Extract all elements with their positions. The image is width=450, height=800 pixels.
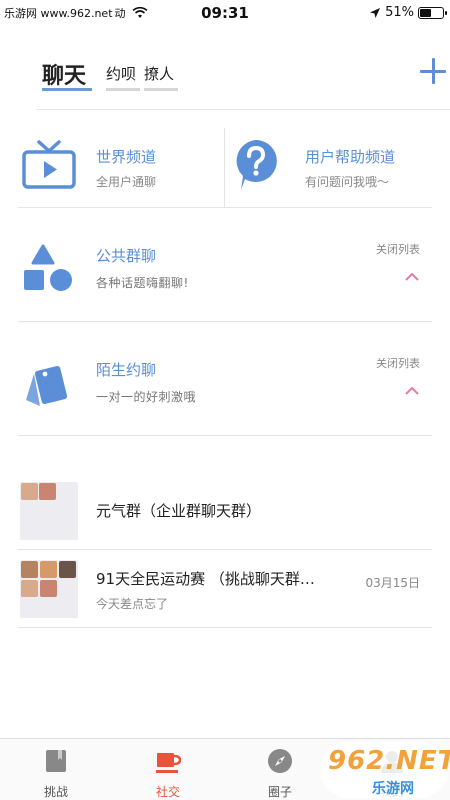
channel-row: 世界频道 全用户通聊 用户帮助频道 有问题问我哦～: [18, 128, 432, 208]
member-avatar: [59, 561, 76, 578]
chat-last-message: 今天差点忘了: [96, 597, 169, 611]
public-group-subtitle: 各种话题嗨翻聊!: [96, 276, 189, 290]
stranger-chat-close-label[interactable]: 关闭列表: [376, 355, 420, 371]
tv-icon: [22, 140, 76, 189]
cup-icon: [156, 753, 181, 773]
stranger-chat-section[interactable]: 陌生约聊 一对一的好刺激哦 关闭列表: [18, 324, 432, 436]
book-icon: [46, 750, 66, 772]
battery-fill: [420, 8, 431, 17]
world-channel[interactable]: 世界频道 全用户通聊: [18, 128, 225, 208]
tab-liaoren-indicator: [144, 88, 178, 91]
world-channel-title: 世界频道: [96, 148, 157, 166]
cards-icon: [26, 365, 68, 406]
public-group-section[interactable]: 公共群聊 各种话题嗨翻聊! 关闭列表: [18, 210, 432, 322]
watermark-brand: 962.NET: [328, 746, 450, 776]
tab-challenge-label: 挑战: [43, 785, 68, 799]
member-avatar: [21, 561, 38, 578]
member-avatar: [21, 483, 38, 500]
member-avatar: [39, 483, 56, 500]
battery-icon: [418, 6, 447, 19]
battery-percent: 51%: [385, 5, 414, 20]
shapes-icon: [24, 244, 72, 291]
tab-social-label: 社交: [155, 785, 180, 799]
tab-chat[interactable]: 聊天: [42, 58, 86, 90]
member-avatar: [40, 580, 57, 597]
watermark-logo: 962.NET 乐游网: [320, 742, 450, 800]
group-avatar: [20, 482, 78, 540]
help-bubble-icon: [236, 140, 277, 190]
plus-icon[interactable]: [420, 58, 446, 84]
top-nav: 聊天 约呗 撩人: [36, 48, 450, 110]
help-channel-title: 用户帮助频道: [305, 148, 396, 166]
compass-icon: [268, 749, 292, 773]
tab-challenge[interactable]: 挑战: [0, 739, 112, 800]
status-bar: 乐游网 www.962.net 动 09:31 51%: [0, 0, 450, 26]
world-channel-subtitle: 全用户通聊: [96, 175, 157, 189]
status-right: 51%: [369, 5, 447, 20]
chat-name: 元气群（企业群聊天群）: [96, 502, 262, 520]
chevron-up-icon[interactable]: [404, 384, 420, 396]
stranger-chat-subtitle: 一对一的好刺激哦: [96, 390, 197, 404]
chevron-up-icon[interactable]: [404, 270, 420, 282]
public-group-close-label[interactable]: 关闭列表: [376, 241, 420, 257]
tab-yuebei-indicator: [106, 88, 140, 91]
group-avatar: [20, 560, 78, 618]
location-arrow-icon: [370, 7, 381, 18]
stranger-chat-title: 陌生约聊: [96, 361, 157, 379]
member-avatar: [40, 561, 57, 578]
help-channel-subtitle: 有问题问我哦～: [305, 175, 390, 189]
chat-row[interactable]: 91天全民运动赛 （挑战聊天群… 今天差点忘了 03月15日: [18, 550, 432, 628]
watermark-site: 乐游网: [372, 781, 414, 797]
chat-row[interactable]: 元气群（企业群聊天群）: [18, 472, 432, 550]
help-channel[interactable]: 用户帮助频道 有问题问我哦～: [225, 128, 432, 208]
chat-name: 91天全民运动赛 （挑战聊天群…: [96, 570, 315, 588]
chat-date: 03月15日: [365, 576, 420, 590]
tab-social[interactable]: 社交: [112, 739, 224, 800]
public-group-title: 公共群聊: [96, 247, 157, 265]
tab-yuebei[interactable]: 约呗: [106, 63, 136, 84]
tab-liaoren[interactable]: 撩人: [144, 63, 174, 84]
member-avatar: [21, 580, 38, 597]
tab-chat-indicator: [42, 88, 92, 91]
